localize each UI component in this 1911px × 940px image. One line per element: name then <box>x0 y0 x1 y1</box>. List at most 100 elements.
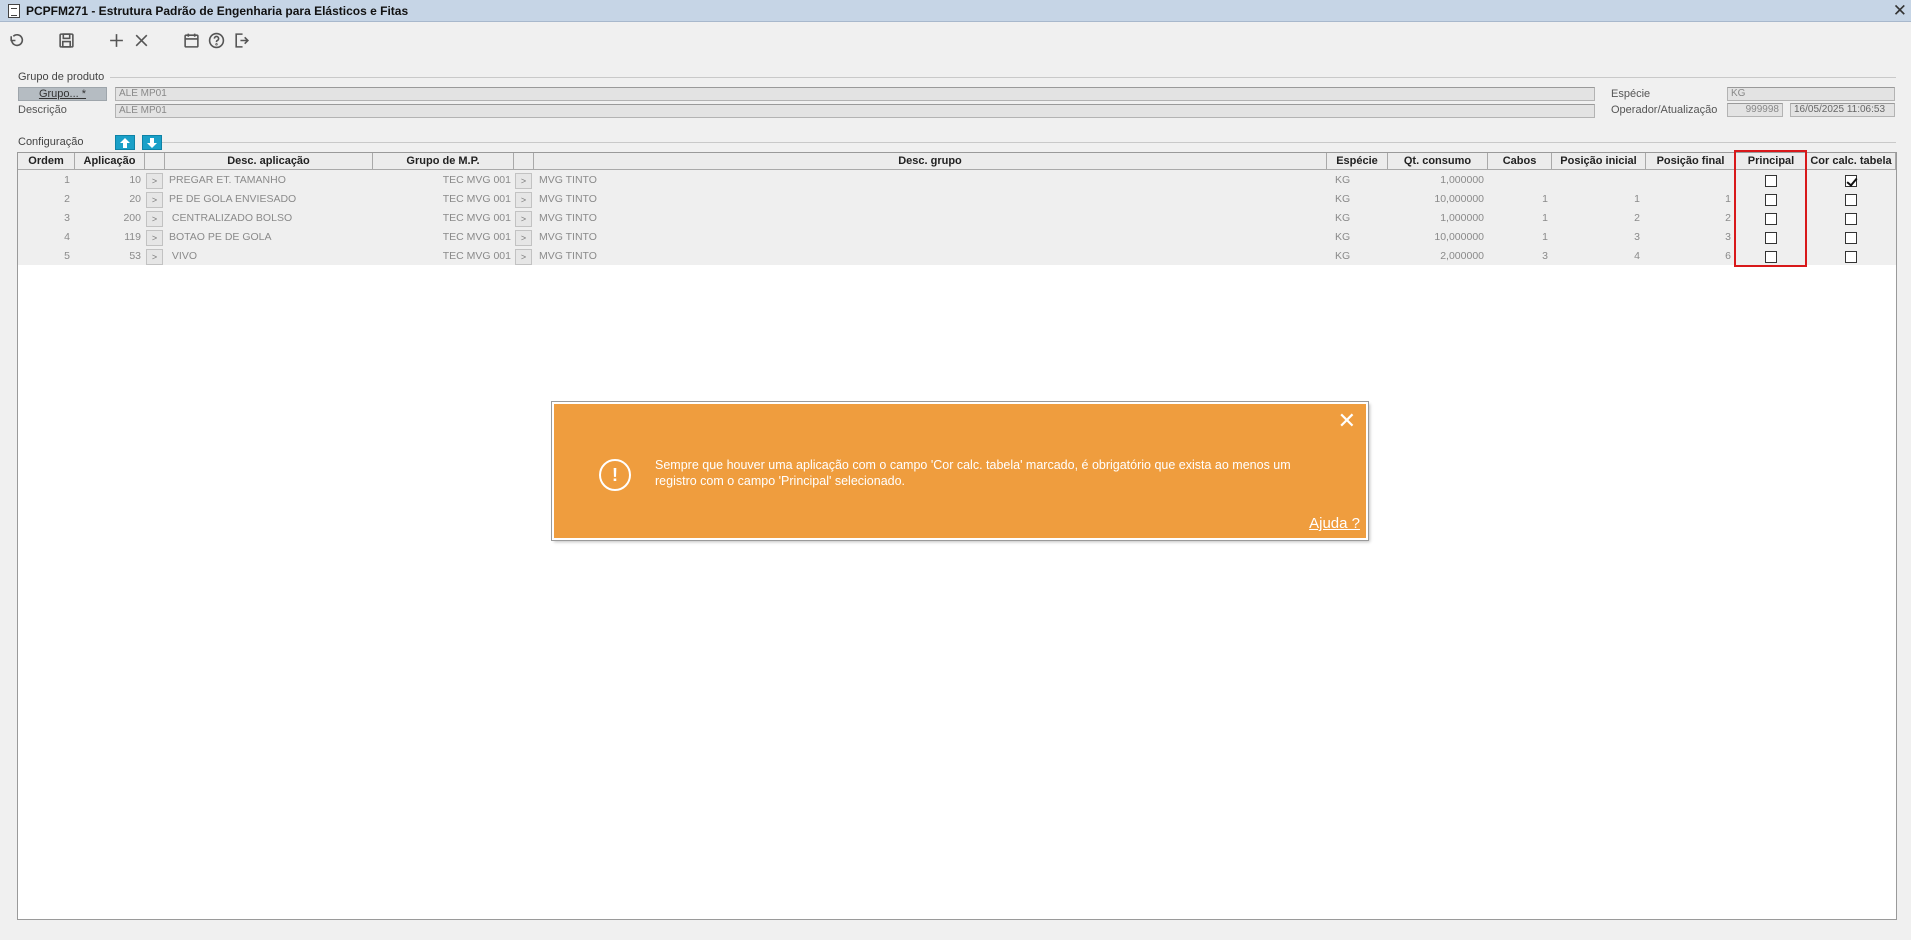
add-icon[interactable] <box>106 30 126 50</box>
grupo-picker-button[interactable]: > <box>515 211 532 227</box>
cell-especie: KG <box>1335 250 1351 262</box>
cell-especie: KG <box>1335 193 1351 205</box>
aplicacao-picker-button[interactable]: > <box>146 249 163 265</box>
cell-ordem: 5 <box>64 250 70 262</box>
move-up-button[interactable] <box>115 135 135 150</box>
descricao-field[interactable]: ALE MP01 <box>115 104 1595 118</box>
col-header-cor-calc-tabela[interactable]: Cor calc. tabela <box>1807 153 1896 170</box>
col-header-desc-aplicacao[interactable]: Desc. aplicação <box>165 153 373 170</box>
cell-posicao-inicial[interactable]: 1 <box>1552 190 1640 209</box>
cell-cabos[interactable] <box>1488 171 1548 190</box>
cell-desc-aplicacao: VIVO <box>169 250 198 262</box>
toolbar <box>0 24 1911 56</box>
section-divider <box>110 77 1896 78</box>
cell-posicao-final[interactable]: 2 <box>1646 209 1731 228</box>
validation-toast: ! Sempre que houver uma aplicação com o … <box>552 402 1368 540</box>
col-header-aplicacao[interactable]: Aplicação <box>75 153 145 170</box>
exit-icon[interactable] <box>231 30 251 50</box>
col-header-qt-consumo[interactable]: Qt. consumo <box>1388 153 1488 170</box>
cell-aplicacao[interactable]: 10 <box>75 171 141 190</box>
cell-grupo-mp[interactable]: TEC MVG 001 <box>373 190 511 209</box>
cell-qt-consumo[interactable]: 10,000000 <box>1388 190 1484 209</box>
cor-calc-checkbox[interactable] <box>1845 175 1857 187</box>
section-divider <box>160 142 1896 143</box>
arrow-up-icon <box>120 137 130 148</box>
cell-posicao-final[interactable]: 6 <box>1646 247 1731 266</box>
cell-aplicacao[interactable]: 53 <box>75 247 141 266</box>
cell-especie: KG <box>1335 212 1351 224</box>
cell-aplicacao[interactable]: 200 <box>75 209 141 228</box>
cell-grupo-mp[interactable]: TEC MVG 001 <box>373 209 511 228</box>
col-header-ordem[interactable]: Ordem <box>18 153 75 170</box>
aplicacao-picker-button[interactable]: > <box>146 230 163 246</box>
especie-label: Espécie <box>1611 88 1651 100</box>
cell-posicao-final[interactable] <box>1646 171 1731 190</box>
cell-posicao-final[interactable]: 1 <box>1646 190 1731 209</box>
cell-posicao-inicial[interactable]: 4 <box>1552 247 1640 266</box>
cell-aplicacao[interactable]: 119 <box>75 228 141 247</box>
toast-help-link[interactable]: Ajuda ? <box>1309 515 1360 532</box>
cor-calc-checkbox[interactable] <box>1845 232 1857 244</box>
grupo-picker-button[interactable]: > <box>515 173 532 189</box>
cell-desc-aplicacao: PREGAR ET. TAMANHO <box>169 174 286 186</box>
col-header-posicao-final[interactable]: Posição final <box>1646 153 1736 170</box>
cell-desc-grupo: MVG TINTO <box>539 174 597 186</box>
document-icon <box>8 3 20 18</box>
col-header-grupo-mp[interactable]: Grupo de M.P. <box>373 153 514 170</box>
cell-qt-consumo[interactable]: 1,000000 <box>1388 209 1484 228</box>
cell-cabos[interactable]: 3 <box>1488 247 1548 266</box>
cell-desc-grupo: MVG TINTO <box>539 193 597 205</box>
col-header-grupo-picker <box>514 153 534 170</box>
col-header-cabos[interactable]: Cabos <box>1488 153 1552 170</box>
grupo-field[interactable]: ALE MP01 <box>115 87 1595 101</box>
cell-qt-consumo[interactable]: 10,000000 <box>1388 228 1484 247</box>
operador-field[interactable]: 999998 <box>1727 103 1783 117</box>
operador-label: Operador/Atualização <box>1611 104 1718 116</box>
arrow-down-icon <box>147 137 157 148</box>
cell-ordem: 4 <box>64 231 70 243</box>
calendar-icon[interactable] <box>181 30 201 50</box>
col-header-desc-grupo[interactable]: Desc. grupo <box>534 153 1327 170</box>
window-close-button[interactable]: ✕ <box>1893 1 1907 21</box>
cell-grupo-mp[interactable]: TEC MVG 001 <box>373 171 511 190</box>
cell-especie: KG <box>1335 231 1351 243</box>
help-icon[interactable] <box>206 30 226 50</box>
cell-cabos[interactable]: 1 <box>1488 190 1548 209</box>
cell-posicao-final[interactable]: 3 <box>1646 228 1731 247</box>
move-down-button[interactable] <box>142 135 162 150</box>
aplicacao-picker-button[interactable]: > <box>146 173 163 189</box>
cell-qt-consumo[interactable]: 1,000000 <box>1388 171 1484 190</box>
cell-posicao-inicial[interactable]: 3 <box>1552 228 1640 247</box>
grupo-picker-button[interactable]: > <box>515 230 532 246</box>
undo-icon[interactable] <box>6 30 26 50</box>
window-title: PCPFM271 - Estrutura Padrão de Engenhari… <box>26 3 409 18</box>
atualizacao-field[interactable]: 16/05/2025 11:06:53 <box>1790 103 1895 117</box>
cell-aplicacao[interactable]: 20 <box>75 190 141 209</box>
cell-desc-aplicacao: PE DE GOLA ENVIESADO <box>169 193 297 205</box>
grupo-picker-button[interactable]: > <box>515 192 532 208</box>
cell-cabos[interactable]: 1 <box>1488 209 1548 228</box>
cor-calc-checkbox[interactable] <box>1845 251 1857 263</box>
save-icon[interactable] <box>56 30 76 50</box>
cell-grupo-mp[interactable]: TEC MVG 001 <box>373 228 511 247</box>
descricao-label: Descrição <box>18 104 67 116</box>
cell-qt-consumo[interactable]: 2,000000 <box>1388 247 1484 266</box>
col-header-especie[interactable]: Espécie <box>1327 153 1388 170</box>
aplicacao-picker-button[interactable]: > <box>146 192 163 208</box>
grupo-lookup-button[interactable]: Grupo... * <box>18 87 107 101</box>
cell-posicao-inicial[interactable]: 2 <box>1552 209 1640 228</box>
delete-icon[interactable] <box>131 30 151 50</box>
cell-cabos[interactable]: 1 <box>1488 228 1548 247</box>
especie-field[interactable]: KG <box>1727 87 1895 101</box>
aplicacao-picker-button[interactable]: > <box>146 211 163 227</box>
toast-message: Sempre que houver uma aplicação com o ca… <box>655 458 1291 488</box>
cell-posicao-inicial[interactable] <box>1552 171 1640 190</box>
cell-ordem: 1 <box>64 174 70 186</box>
col-header-posicao-inicial[interactable]: Posição inicial <box>1552 153 1646 170</box>
cor-calc-checkbox[interactable] <box>1845 213 1857 225</box>
grupo-picker-button[interactable]: > <box>515 249 532 265</box>
cor-calc-checkbox[interactable] <box>1845 194 1857 206</box>
cell-grupo-mp[interactable]: TEC MVG 001 <box>373 247 511 266</box>
toast-close-button[interactable]: ✕ <box>1338 410 1356 432</box>
cell-desc-grupo: MVG TINTO <box>539 212 597 224</box>
